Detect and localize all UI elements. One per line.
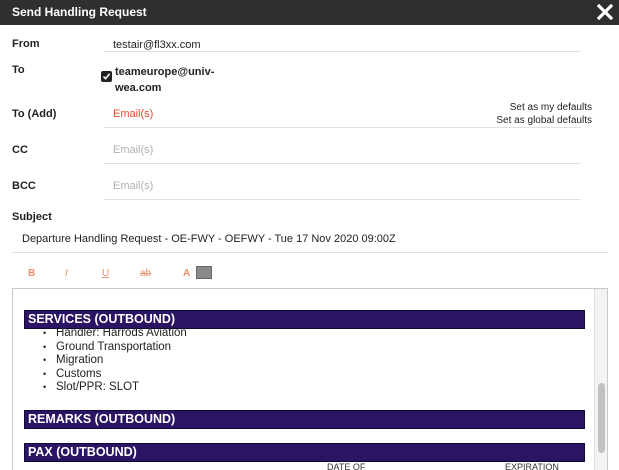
cc-input[interactable]: Email(s) — [113, 144, 153, 156]
list-item: Slot/PPR: SLOT — [41, 381, 187, 395]
services-title: SERVICES (OUTBOUND) — [28, 312, 176, 326]
remarks-title: REMARKS (OUTBOUND) — [28, 412, 176, 426]
set-global-defaults-link[interactable]: Set as global defaults — [496, 115, 592, 126]
list-item: Migration — [41, 354, 187, 368]
pax-title: PAX (OUTBOUND) — [28, 445, 137, 459]
col-date-of: DATE OF — [327, 462, 366, 470]
col-expiration: EXPIRATION — [505, 462, 559, 470]
from-label: From — [12, 38, 40, 50]
list-item: Ground Transportation — [41, 341, 187, 355]
subject-input[interactable]: Departure Handling Request - OE-FWY - OE… — [22, 233, 396, 245]
strikethrough-button[interactable]: ab — [140, 268, 151, 279]
underline-button[interactable]: U — [102, 268, 109, 279]
close-icon[interactable] — [597, 4, 613, 20]
set-my-defaults-link[interactable]: Set as my defaults — [510, 102, 592, 113]
remarks-header: REMARKS (OUTBOUND) — [24, 410, 585, 429]
to-label: To — [12, 64, 25, 76]
services-list: Handler: Harrods Aviation Ground Transpo… — [41, 327, 187, 395]
bcc-label: BCC — [12, 180, 36, 192]
italic-button[interactable]: I — [65, 268, 68, 279]
from-underline — [104, 51, 581, 52]
to-add-underline — [104, 127, 581, 128]
subject-underline — [12, 252, 608, 253]
dialog-titlebar: Send Handling Request — [0, 0, 619, 25]
scrollbar-thumb[interactable] — [598, 383, 605, 453]
from-field[interactable]: testair@fl3xx.com — [113, 39, 201, 51]
to-add-label: To (Add) — [12, 108, 57, 120]
message-editor[interactable]: SERVICES (OUTBOUND) Handler: Harrods Avi… — [12, 288, 608, 470]
to-recipient: teameurope@univ-wea.com — [115, 66, 215, 94]
to-add-input[interactable]: Email(s) — [113, 108, 153, 120]
font-color-button[interactable]: A — [183, 268, 190, 279]
pax-header: PAX (OUTBOUND) — [24, 443, 585, 462]
bold-button[interactable]: B — [28, 268, 35, 279]
cc-label: CC — [12, 144, 28, 156]
dialog-title: Send Handling Request — [12, 5, 147, 19]
subject-label: Subject — [12, 211, 52, 223]
editor-scrollbar[interactable] — [594, 289, 607, 470]
bcc-input[interactable]: Email(s) — [113, 180, 153, 192]
checkmark-icon — [102, 73, 111, 80]
to-checkbox[interactable] — [101, 71, 112, 82]
bcc-underline — [104, 199, 581, 200]
color-swatch[interactable] — [196, 266, 212, 279]
cc-underline — [104, 163, 581, 164]
list-item: Handler: Harrods Aviation — [41, 327, 187, 341]
list-item: Customs — [41, 368, 187, 382]
